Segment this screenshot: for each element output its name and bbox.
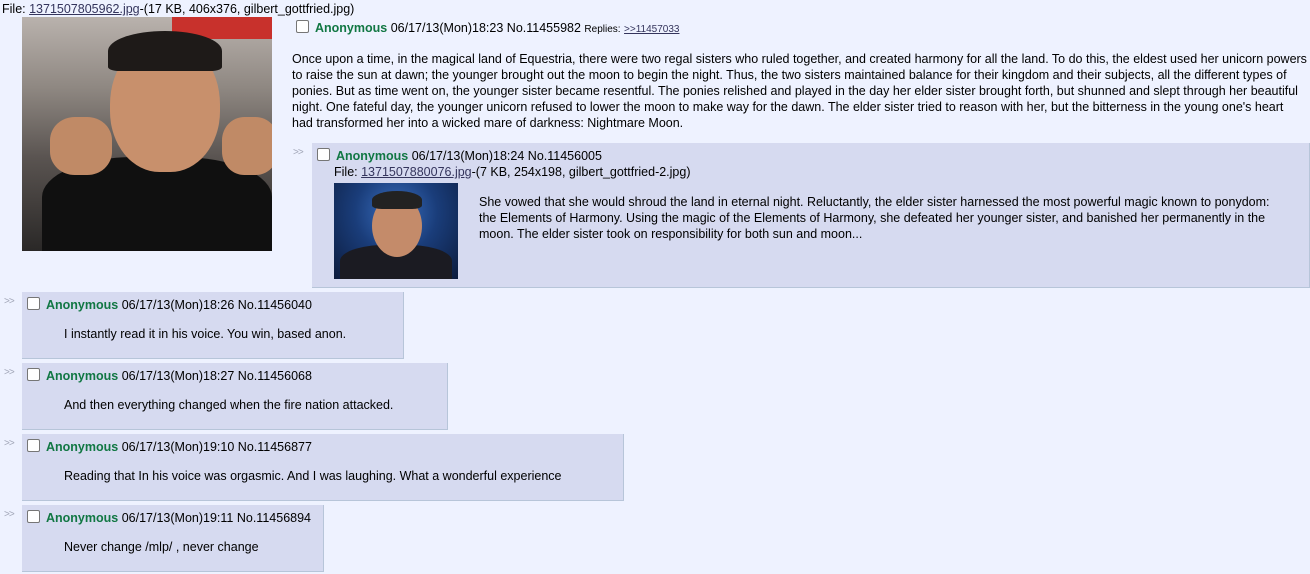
reply-post: Anonymous 06/17/13(Mon)18:27 No.11456068… (22, 363, 448, 430)
reply-post-info: Anonymous 06/17/13(Mon)19:10 No.11456877 (27, 439, 312, 455)
reply-side-arrows: >> (4, 509, 15, 520)
reply-select-checkbox[interactable] (317, 148, 330, 161)
reply-post: Anonymous 06/17/13(Mon)19:10 No.11456877… (22, 434, 624, 501)
reply-thumbnail-image[interactable] (334, 183, 458, 279)
reply-poster-name: Anonymous (336, 149, 409, 163)
reply-post-info: Anonymous 06/17/13(Mon)18:26 No.11456040 (27, 297, 312, 313)
reply-post-number[interactable]: No.11456040 (238, 298, 312, 312)
op-file-info: File: 1371507805962.jpg-(17 KB, 406x376,… (2, 2, 354, 17)
reply-post-number[interactable]: No.11456068 (238, 369, 312, 383)
reply-datetime: 06/17/13(Mon)18:27 (121, 369, 235, 383)
op-file-meta: -(17 KB, 406x376, gilbert_gottfried.jpg) (139, 2, 355, 16)
reply-file-label: File: (334, 165, 362, 179)
reply-select-checkbox[interactable] (27, 297, 40, 310)
reply-select-checkbox[interactable] (27, 439, 40, 452)
reply-message: Reading that In his voice was orgasmic. … (64, 469, 562, 483)
reply-message: Never change /mlp/ , never change (64, 540, 259, 554)
reply-side-arrows: >> (4, 438, 15, 449)
reply-select-checkbox[interactable] (27, 510, 40, 523)
op-post-number[interactable]: No.11455982 (507, 21, 581, 35)
reply-message: And then everything changed when the fir… (64, 398, 394, 412)
reply-post-number[interactable]: No.11456005 (528, 149, 602, 163)
thumbnail-left-hand (50, 117, 112, 175)
reply-datetime: 06/17/13(Mon)18:26 (121, 298, 235, 312)
reply-file-info: File: 1371507880076.jpg-(7 KB, 254x198, … (334, 165, 691, 180)
reply-post: Anonymous 06/17/13(Mon)18:26 No.11456040… (22, 292, 404, 359)
reply-message: I instantly read it in his voice. You wi… (64, 327, 347, 341)
reply-file-link[interactable]: 1371507880076.jpg (361, 165, 472, 179)
reply-poster-name: Anonymous (46, 511, 119, 525)
op-post-info: Anonymous 06/17/13(Mon)18:23 No.11455982… (296, 20, 679, 38)
reply-post-number[interactable]: No.11456877 (238, 440, 312, 454)
reply-poster-name: Anonymous (46, 298, 119, 312)
op-select-checkbox[interactable] (296, 20, 309, 33)
op-file-link[interactable]: 1371507805962.jpg (29, 2, 140, 16)
op-datetime: 06/17/13(Mon)18:23 (390, 21, 504, 35)
reply-post: Anonymous 06/17/13(Mon)19:11 No.11456894… (22, 505, 324, 572)
op-poster-name: Anonymous (315, 21, 388, 35)
reply-datetime: 06/17/13(Mon)18:24 (411, 149, 525, 163)
reply-post-info: Anonymous 06/17/13(Mon)18:27 No.11456068 (27, 368, 312, 384)
reply-select-checkbox[interactable] (27, 368, 40, 381)
reply-file-meta: -(7 KB, 254x198, gilbert_gottfried-2.jpg… (471, 165, 691, 179)
reply-post-number[interactable]: No.11456894 (237, 511, 311, 525)
reply-post-info: Anonymous 06/17/13(Mon)18:24 No.11456005 (317, 148, 602, 164)
reply-post: Anonymous 06/17/13(Mon)18:24 No.11456005… (312, 143, 1310, 288)
op-message: Once upon a time, in the magical land of… (292, 52, 1307, 130)
op-replies-label: Replies: (584, 24, 621, 35)
reply-poster-name: Anonymous (46, 440, 119, 454)
op-reply-backlink[interactable]: >>11457033 (624, 24, 679, 35)
reply-side-arrows: >> (4, 367, 15, 378)
reply-message: She vowed that she would shroud the land… (479, 195, 1270, 241)
thumbnail-hair (372, 191, 422, 209)
reply-poster-name: Anonymous (46, 369, 119, 383)
reply-datetime: 06/17/13(Mon)19:10 (121, 440, 235, 454)
reply-post-info: Anonymous 06/17/13(Mon)19:11 No.11456894 (27, 510, 311, 526)
reply-side-arrows: >> (293, 147, 304, 158)
op-thumbnail-image[interactable] (22, 17, 272, 251)
reply-side-arrows: >> (4, 296, 15, 307)
thumbnail-hair (108, 31, 222, 71)
thumbnail-right-hand (222, 117, 272, 175)
reply-datetime: 06/17/13(Mon)19:11 (121, 511, 234, 525)
op-file-label: File: (2, 2, 30, 16)
